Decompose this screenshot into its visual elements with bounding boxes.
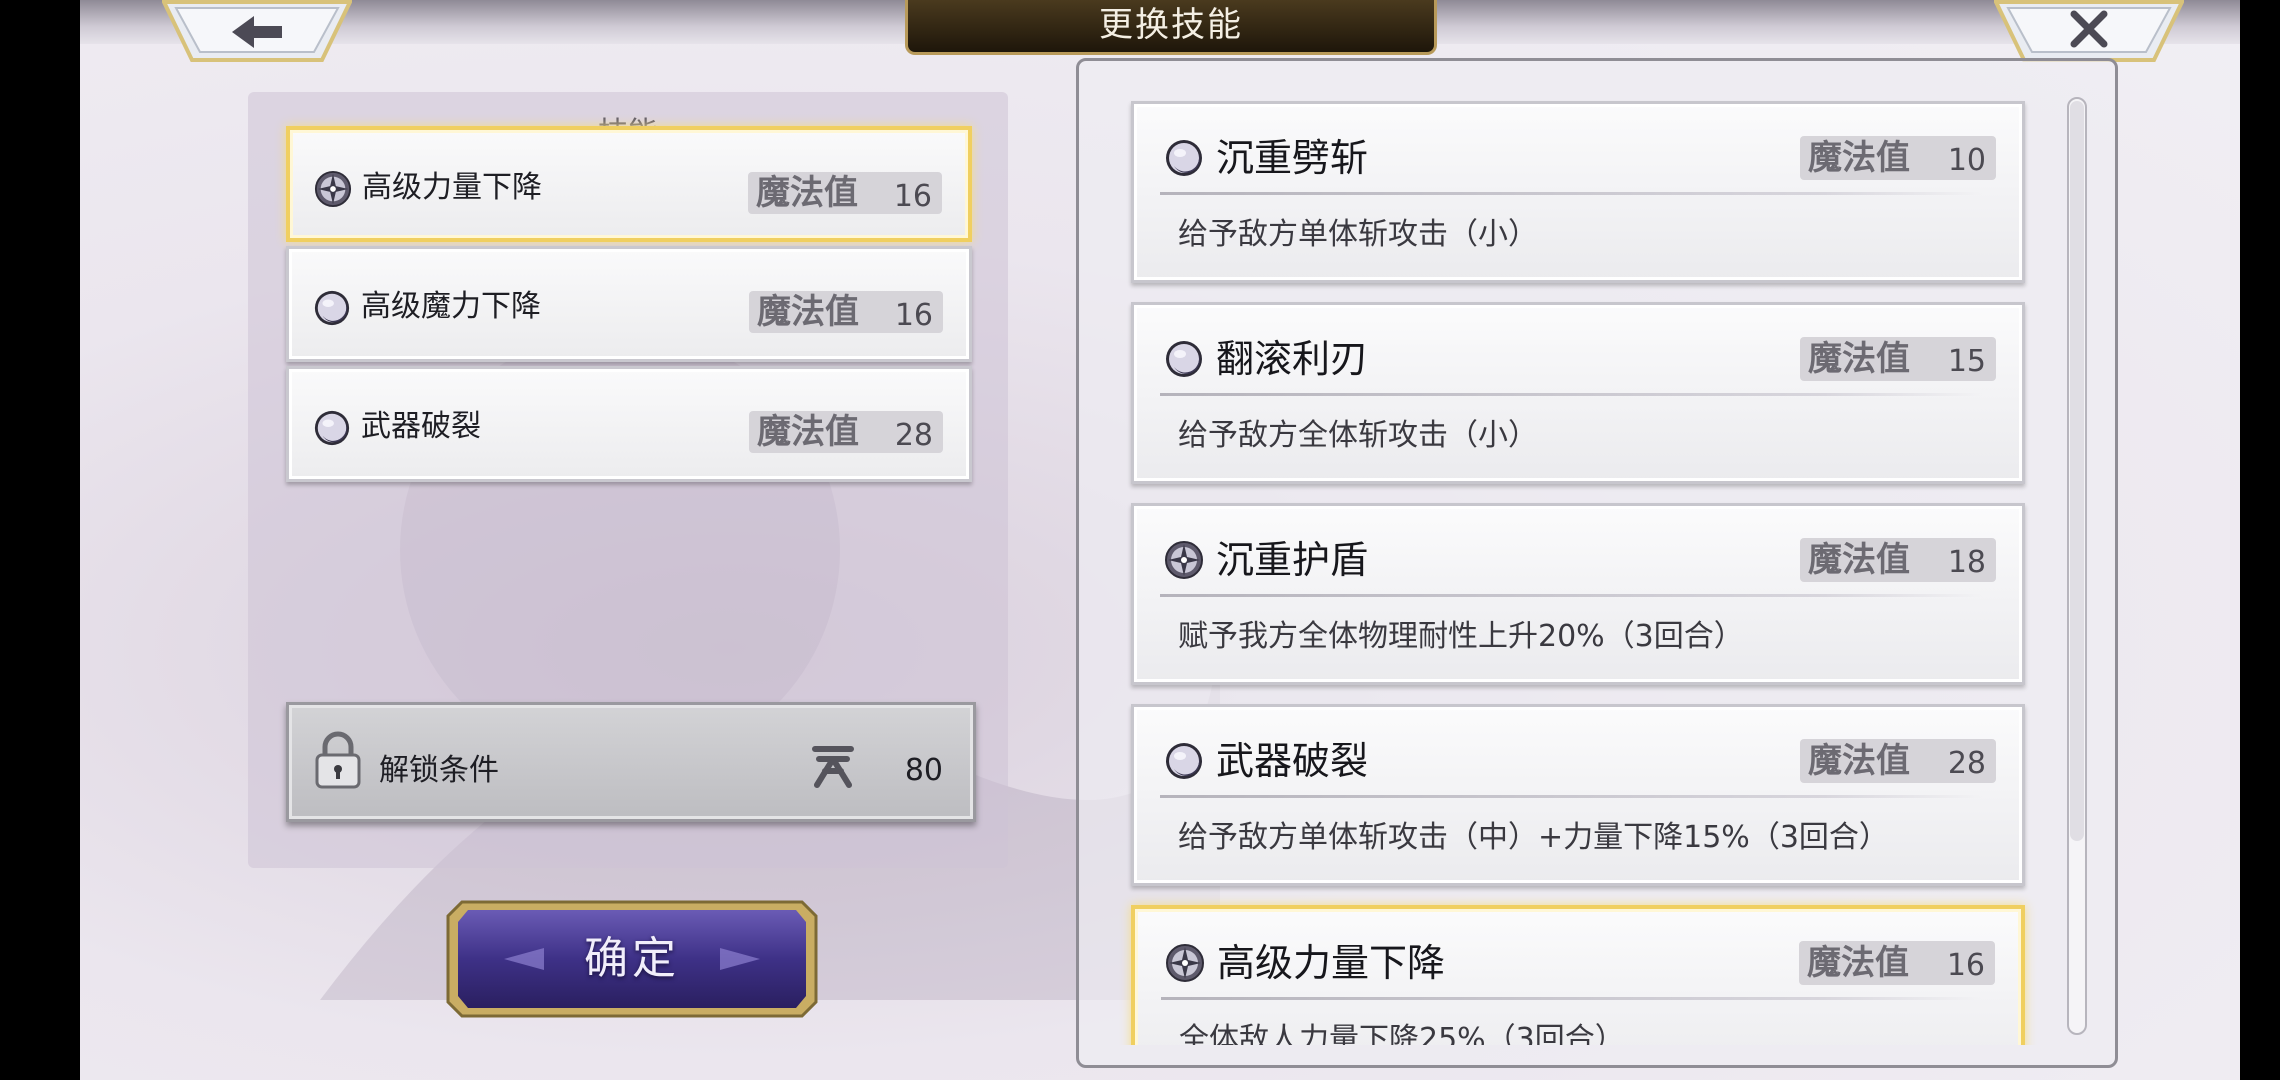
divider bbox=[1160, 192, 1982, 195]
mp-cost: 魔法值 28 bbox=[749, 411, 943, 453]
equipped-skill-slot[interactable]: 高级魔力下降 魔法值 16 bbox=[286, 246, 972, 362]
mp-label: 魔法值 bbox=[1807, 943, 1909, 983]
crescent-orb-icon bbox=[1164, 339, 1204, 379]
scroll-thumb[interactable] bbox=[2070, 101, 2084, 841]
skill-card[interactable]: 翻滚利刃 魔法值 15 给予敌方全体斩攻击（小） bbox=[1131, 302, 2025, 484]
mp-label: 魔法值 bbox=[757, 292, 859, 332]
compass-star-icon bbox=[1164, 540, 1204, 580]
mp-value: 15 bbox=[1947, 344, 1986, 379]
crescent-orb-icon bbox=[1164, 138, 1204, 178]
skill-card[interactable]: 高级力量下降 魔法值 16 全体敌人力量下降25%（3回合） bbox=[1131, 905, 2025, 1045]
arrow-left-icon bbox=[162, 0, 352, 62]
screen: 更换技能 技能 高级力量下降魔法值16高级魔力下降魔法值16武器破裂魔法值28 … bbox=[80, 0, 2240, 1080]
confirm-label: 确定 bbox=[584, 933, 680, 984]
mp-value: 16 bbox=[894, 298, 933, 333]
mp-value: 18 bbox=[1947, 545, 1986, 580]
close-icon bbox=[1994, 0, 2184, 62]
page-title: 更换技能 bbox=[905, 0, 1437, 55]
skill-list: 沉重劈斩 魔法值 10 给予敌方单体斩攻击（小） 翻滚利刃 魔法值 15 给予敌方全体斩攻击（… bbox=[1079, 61, 2115, 1045]
crescent-orb-icon bbox=[313, 409, 351, 447]
mp-label: 魔法值 bbox=[1808, 540, 1910, 580]
mp-value: 10 bbox=[1947, 143, 1986, 178]
padlock-icon bbox=[315, 731, 361, 789]
divider bbox=[1160, 795, 1982, 798]
mp-cost: 魔法值 16 bbox=[1799, 941, 1995, 985]
skill-description: 给予敌方单体斩攻击（小） bbox=[1178, 217, 1538, 252]
unlock-condition-label: 解锁条件 bbox=[379, 753, 499, 788]
back-button[interactable] bbox=[162, 0, 352, 62]
mp-label: 魔法值 bbox=[1808, 138, 1910, 178]
compass-star-icon bbox=[314, 170, 352, 208]
skill-card[interactable]: 沉重劈斩 魔法值 10 给予敌方单体斩攻击（小） bbox=[1131, 101, 2025, 283]
mp-cost: 魔法值 16 bbox=[749, 291, 943, 333]
compass-star-icon bbox=[1165, 943, 1205, 983]
mp-label: 魔法值 bbox=[1808, 741, 1910, 781]
mp-value: 28 bbox=[894, 418, 933, 453]
mp-label: 魔法值 bbox=[756, 173, 858, 213]
skill-name: 高级魔力下降 bbox=[361, 289, 541, 324]
skill-name: 翻滚利刃 bbox=[1216, 337, 1369, 381]
mp-cost: 魔法值 28 bbox=[1800, 739, 1996, 783]
mp-label: 魔法值 bbox=[1808, 339, 1910, 379]
mp-value: 16 bbox=[893, 179, 932, 214]
equipped-skill-slot[interactable]: 武器破裂 魔法值 28 bbox=[286, 366, 972, 482]
skill-name: 武器破裂 bbox=[361, 409, 481, 444]
skill-name: 沉重护盾 bbox=[1216, 538, 1369, 582]
unlock-requirement-value: 80 bbox=[904, 753, 943, 788]
crescent-orb-icon bbox=[1164, 741, 1204, 781]
mp-value: 28 bbox=[1947, 746, 1986, 781]
skill-description: 给予敌方单体斩攻击（中）+力量下降15%（3回合） bbox=[1178, 820, 1889, 855]
skill-list-scrollbar[interactable] bbox=[2067, 97, 2087, 1035]
skill-name: 高级力量下降 bbox=[362, 170, 542, 205]
close-button[interactable] bbox=[1994, 0, 2184, 62]
skill-description: 给予敌方全体斩攻击（小） bbox=[1178, 418, 1538, 453]
mp-cost: 魔法值 10 bbox=[1800, 136, 1996, 180]
equipped-skills-panel: 技能 高级力量下降魔法值16高级魔力下降魔法值16武器破裂魔法值28 解锁条件 … bbox=[248, 92, 1008, 868]
divider bbox=[1160, 594, 1982, 597]
mp-cost: 魔法值 16 bbox=[748, 172, 942, 214]
skill-name: 沉重劈斩 bbox=[1216, 136, 1369, 180]
crescent-orb-icon bbox=[313, 289, 351, 327]
heaven-rank-icon bbox=[812, 746, 854, 788]
locked-skill-slot[interactable]: 解锁条件 80 bbox=[286, 702, 976, 822]
skill-description: 赋予我方全体物理耐性上升20%（3回合） bbox=[1178, 619, 1744, 654]
skill-list-panel: 沉重劈斩 魔法值 10 给予敌方单体斩攻击（小） 翻滚利刃 魔法值 15 给予敌方全体斩攻击（… bbox=[1076, 58, 2118, 1068]
confirm-button[interactable]: 确定 bbox=[444, 898, 820, 1020]
skill-name: 高级力量下降 bbox=[1217, 941, 1446, 985]
divider bbox=[1161, 997, 1981, 1000]
equipped-skill-slot[interactable]: 高级力量下降 魔法值 16 bbox=[286, 126, 972, 242]
mp-label: 魔法值 bbox=[757, 412, 859, 452]
mp-cost: 魔法值 15 bbox=[1800, 337, 1996, 381]
skill-card[interactable]: 沉重护盾 魔法值 18 赋予我方全体物理耐性上升20%（3回合） bbox=[1131, 503, 2025, 685]
skill-card[interactable]: 武器破裂 魔法值 28 给予敌方单体斩攻击（中）+力量下降15%（3回合） bbox=[1131, 704, 2025, 886]
mp-cost: 魔法值 18 bbox=[1800, 538, 1996, 582]
skill-name: 武器破裂 bbox=[1216, 739, 1369, 783]
mp-value: 16 bbox=[1946, 948, 1985, 983]
divider bbox=[1160, 393, 1982, 396]
skill-description: 全体敌人力量下降25%（3回合） bbox=[1179, 1022, 1625, 1045]
